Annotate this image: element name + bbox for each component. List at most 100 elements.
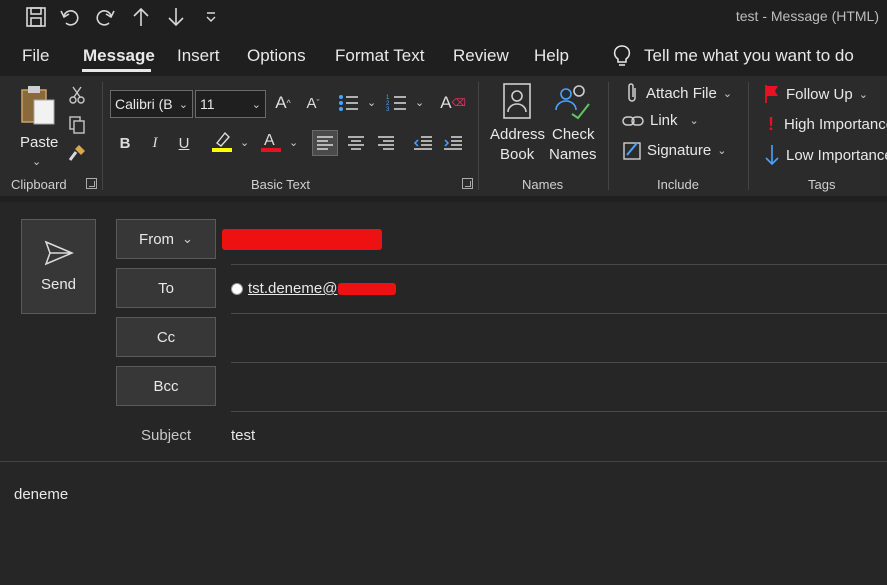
tab-format-text[interactable]: Format Text [335,46,424,66]
redo-icon[interactable] [93,5,117,29]
high-importance-button[interactable]: ! High Importance [768,114,887,135]
from-field-line [231,264,887,265]
presence-icon [231,282,243,295]
tab-insert[interactable]: Insert [177,46,220,66]
font-color-icon[interactable]: A [258,128,284,154]
to-button[interactable]: To [116,268,216,308]
highlight-chevron-icon[interactable]: ⌄ [240,136,249,149]
to-recipient[interactable]: tst.deneme@ [231,280,397,297]
shrink-font-icon[interactable]: Aˇ [300,90,326,116]
font-color-chevron-icon[interactable]: ⌄ [289,136,298,149]
cc-field-line[interactable] [231,362,887,363]
decrease-indent-icon[interactable] [410,130,436,156]
flag-icon [765,85,778,103]
from-address-redacted [222,229,382,250]
svg-text:A: A [264,132,275,149]
tell-me-text: Tell me what you want to do [644,46,854,65]
message-body[interactable]: deneme [14,486,68,503]
align-center-icon[interactable] [343,130,369,156]
save-icon[interactable] [24,5,48,29]
address-book-label-line1: Address [490,126,546,143]
undo-icon[interactable] [58,5,82,29]
numbering-chevron-icon[interactable]: ⌄ [415,96,424,109]
chevron-down-icon: ⌄ [858,88,868,101]
exclamation-icon: ! [768,114,774,134]
font-size-value: 11 [200,96,215,112]
customize-toolbar-icon[interactable] [199,5,223,29]
link-button[interactable]: Link ⌄ [622,112,699,129]
paste-button[interactable]: Paste ⌄ [14,84,60,168]
cut-icon[interactable] [64,82,90,108]
ribbon: Paste ⌄ Clipboard Calibri (B ⌄ 11 ⌄ A ^ A… [0,76,887,196]
link-icon [622,115,644,126]
bcc-label: Bcc [153,377,179,395]
cc-button[interactable]: Cc [116,317,216,357]
include-group-label: Include [657,177,699,192]
to-label: To [158,279,174,297]
tab-options[interactable]: Options [247,46,306,66]
follow-up-button[interactable]: Follow Up ⌄ [764,84,868,104]
font-name-value: Calibri (B [115,96,173,112]
font-name-combo[interactable]: Calibri (B ⌄ [110,90,193,118]
chevron-down-icon: ⌄ [251,98,261,111]
arrow-down-low-icon [765,145,779,166]
check-names-label-line2: Names [549,146,597,163]
address-book-button[interactable]: Address Book [486,82,548,172]
cc-label: Cc [156,328,176,346]
align-right-icon[interactable] [373,130,399,156]
follow-up-label: Follow Up [786,85,853,103]
arrow-up-icon[interactable] [129,5,153,29]
signature-button[interactable]: Signature ⌄ [623,140,726,160]
bullets-icon[interactable] [336,90,362,116]
clear-formatting-icon[interactable]: A ⌫ [440,90,466,116]
bcc-field-line[interactable] [231,411,887,412]
group-separator [748,82,749,190]
tab-message[interactable]: Message [83,46,155,66]
paste-label: Paste [20,134,59,151]
highlight-icon[interactable] [209,128,235,154]
from-button[interactable]: From ⌄ [116,219,216,259]
high-importance-label: High Importance [784,116,887,133]
font-size-combo[interactable]: 11 ⌄ [195,90,266,118]
group-separator [608,82,609,190]
bullets-chevron-icon[interactable]: ⌄ [367,96,376,109]
title-bar: test - Message (HTML) [0,0,887,34]
format-painter-icon[interactable] [64,140,90,166]
attach-file-button[interactable]: Attach File ⌄ [624,82,732,104]
numbering-icon[interactable]: 123 [384,90,410,116]
tab-help[interactable]: Help [534,46,569,66]
chevron-down-icon: ⌄ [717,144,727,157]
clipboard-launcher-icon[interactable] [86,178,97,189]
basic-text-launcher-icon[interactable] [462,178,473,189]
chevron-down-icon: ⌄ [722,87,733,100]
from-label: From [139,230,175,248]
chevron-down-icon: ⌄ [689,115,699,127]
grow-font-icon[interactable]: A ^ [270,90,296,116]
compose-separator [0,196,887,202]
bcc-button[interactable]: Bcc [116,366,216,406]
tab-review[interactable]: Review [453,46,509,66]
tab-file[interactable]: File [22,46,49,66]
check-names-icon [555,85,590,120]
group-separator [478,82,479,190]
names-group-label: Names [522,177,564,192]
signature-icon [623,142,641,160]
check-names-button[interactable]: Check Names [548,82,600,172]
send-button[interactable]: Send [21,219,96,314]
subject-label: Subject [141,427,192,444]
align-left-icon[interactable] [312,130,338,156]
check-names-label-line1: Check [552,126,595,143]
link-label: Link [650,112,678,129]
subject-input[interactable]: test [231,427,255,444]
tell-me-search[interactable]: Tell me what you want to do [612,44,854,68]
copy-icon[interactable] [64,112,90,138]
bold-icon[interactable]: B [112,130,138,156]
to-field-line[interactable] [231,313,887,314]
low-importance-button[interactable]: Low Importance [764,144,887,166]
arrow-down-icon[interactable] [164,5,188,29]
underline-icon[interactable]: U [171,130,197,156]
recipient-domain-redacted [338,282,397,295]
address-book-icon [503,83,531,119]
italic-icon[interactable]: I [142,130,168,156]
increase-indent-icon[interactable] [440,130,466,156]
